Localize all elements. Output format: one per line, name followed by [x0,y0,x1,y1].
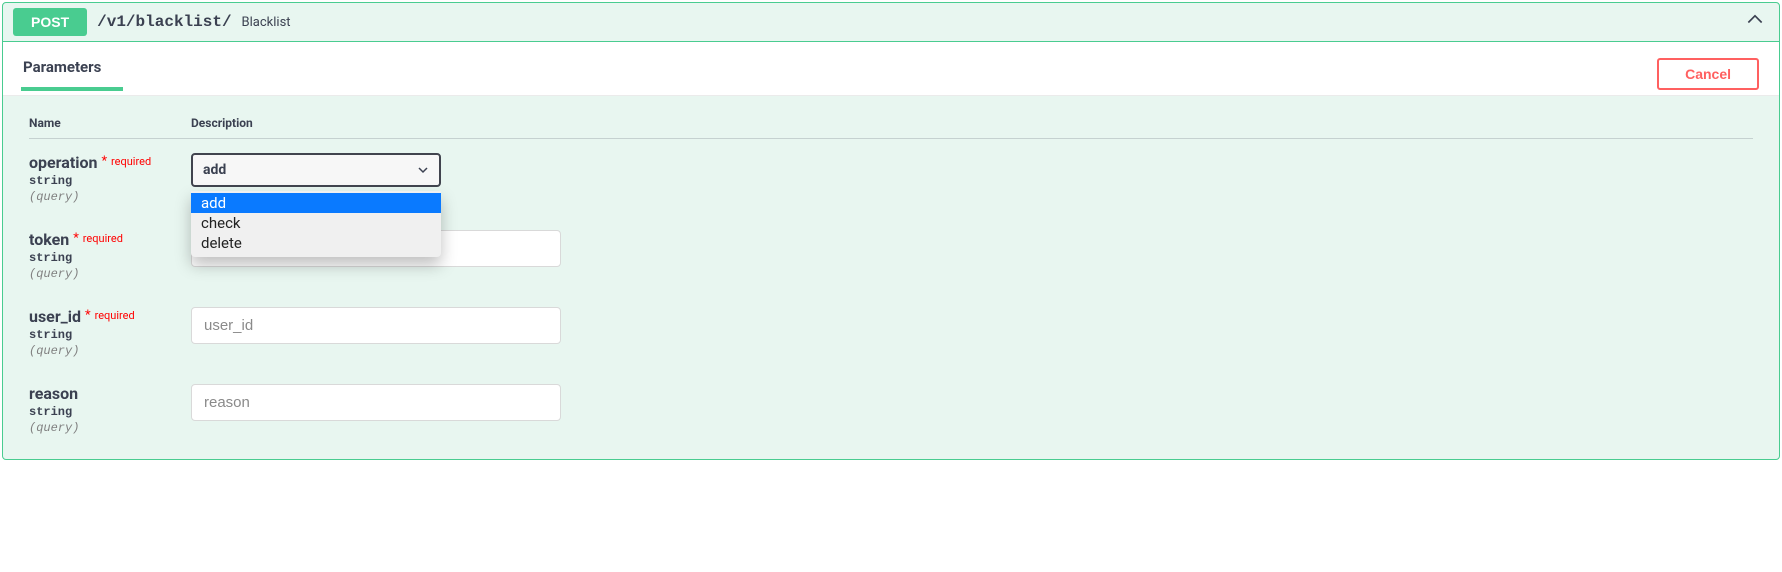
param-meta-operation: operation * required string (query) [29,153,191,204]
method-badge: POST [13,8,87,36]
param-in-reason: (query) [29,421,191,435]
user-id-input[interactable] [191,307,561,344]
param-type-token: string [29,251,191,265]
required-star-icon: * [73,231,79,246]
operation-option-add[interactable]: add [191,193,441,213]
column-header-name: Name [29,116,191,130]
param-in-user-id: (query) [29,344,191,358]
param-name-operation: operation [29,153,97,172]
required-label: required [95,309,135,322]
param-meta-token: token * required string (query) [29,230,191,281]
operation-dropdown-panel: add check delete [191,191,441,257]
required-label: required [83,232,123,245]
opblock-post-blacklist: POST /v1/blacklist/ Blacklist Parameters… [2,2,1780,460]
param-name-token: token [29,230,69,249]
operation-option-check[interactable]: check [191,213,441,233]
param-type-user-id: string [29,328,191,342]
parameters-body: Name Description operation * required st… [3,96,1779,459]
endpoint-summary: Blacklist [242,15,291,30]
param-type-reason: string [29,405,191,419]
chevron-down-icon [417,164,429,176]
reason-input[interactable] [191,384,561,421]
param-meta-reason: reason string (query) [29,384,191,435]
chevron-up-icon [1745,10,1765,30]
operation-option-delete[interactable]: delete [191,233,441,253]
column-header-description: Description [191,116,253,130]
param-row-operation: operation * required string (query) add … [29,153,1753,204]
cancel-button[interactable]: Cancel [1657,58,1759,90]
collapse-toggle[interactable] [1745,10,1765,34]
param-row-user-id: user_id * required string (query) [29,307,1753,358]
required-star-icon: * [85,308,91,323]
operation-select-value: add [203,162,226,178]
param-control-reason [191,384,561,421]
param-in-token: (query) [29,267,191,281]
required-label: required [111,155,151,168]
endpoint-summary-row[interactable]: POST /v1/blacklist/ Blacklist [3,3,1779,42]
param-name-reason: reason [29,384,78,403]
parameters-tab[interactable]: Parameters [23,58,101,90]
param-row-reason: reason string (query) [29,384,1753,435]
param-control-user-id [191,307,561,344]
endpoint-path: /v1/blacklist/ [97,13,231,31]
required-star-icon: * [101,154,107,169]
param-in-operation: (query) [29,190,191,204]
parameters-header-row: Name Description [29,116,1753,139]
param-name-user-id: user_id [29,307,81,326]
param-meta-user-id: user_id * required string (query) [29,307,191,358]
operation-select[interactable]: add [191,153,441,187]
parameters-bar: Parameters Cancel [3,42,1779,96]
param-control-operation: add add check delete [191,153,561,187]
param-type-operation: string [29,174,191,188]
